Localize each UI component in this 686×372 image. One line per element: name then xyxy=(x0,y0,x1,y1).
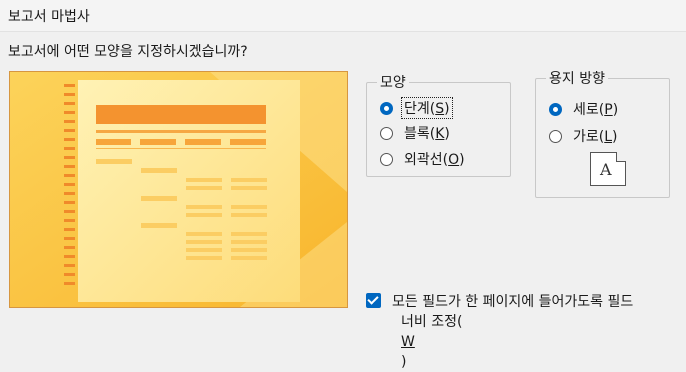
fit-fields-label: 모든 필드가 한 페이지에 들어가도록 필드 너비 조정(W) xyxy=(392,292,682,372)
fit-fields-option[interactable]: 모든 필드가 한 페이지에 들어가도록 필드 너비 조정(W) xyxy=(366,292,682,372)
report-layout-preview xyxy=(9,71,348,308)
radio-circle-checked[interactable] xyxy=(549,102,562,116)
title-bar: 보고서 마법사 xyxy=(0,0,686,32)
radio-circle-checked[interactable] xyxy=(380,101,393,115)
radio-label-portrait: 세로(P) xyxy=(573,102,619,118)
radio-circle[interactable] xyxy=(549,129,562,143)
radio-label-outline: 외곽선(O) xyxy=(404,152,465,168)
radio-orientation-landscape[interactable]: 가로(L) xyxy=(549,126,620,146)
radio-label-stepped: 단계(S) xyxy=(401,97,453,119)
orientation-group-legend: 용지 방향 xyxy=(549,71,605,87)
layout-group-legend: 모양 xyxy=(380,75,406,91)
fit-fields-label-line2: 너비 조정(W) xyxy=(401,314,463,370)
radio-orientation-portrait[interactable]: 세로(P) xyxy=(549,99,620,119)
radio-layout-block[interactable]: 블록(K) xyxy=(380,123,452,143)
wizard-prompt: 보고서에 어떤 모양을 지정하시겠습니까? xyxy=(8,44,248,60)
paper-fold xyxy=(616,152,626,162)
radio-layout-stepped[interactable]: 단계(S) xyxy=(380,97,453,119)
radio-label-block: 블록(K) xyxy=(404,126,450,142)
fit-fields-label-line1: 모든 필드가 한 페이지에 들어가도록 필드 xyxy=(392,294,634,310)
window-title: 보고서 마법사 xyxy=(8,9,90,25)
radio-layout-outline[interactable]: 외곽선(O) xyxy=(380,149,467,169)
portrait-paper-icon: A xyxy=(590,152,626,186)
paper-letter: A xyxy=(600,160,612,179)
radio-circle[interactable] xyxy=(380,152,393,166)
radio-label-landscape: 가로(L) xyxy=(573,129,618,145)
fit-fields-checkbox[interactable] xyxy=(366,293,381,308)
radio-circle[interactable] xyxy=(380,126,393,140)
